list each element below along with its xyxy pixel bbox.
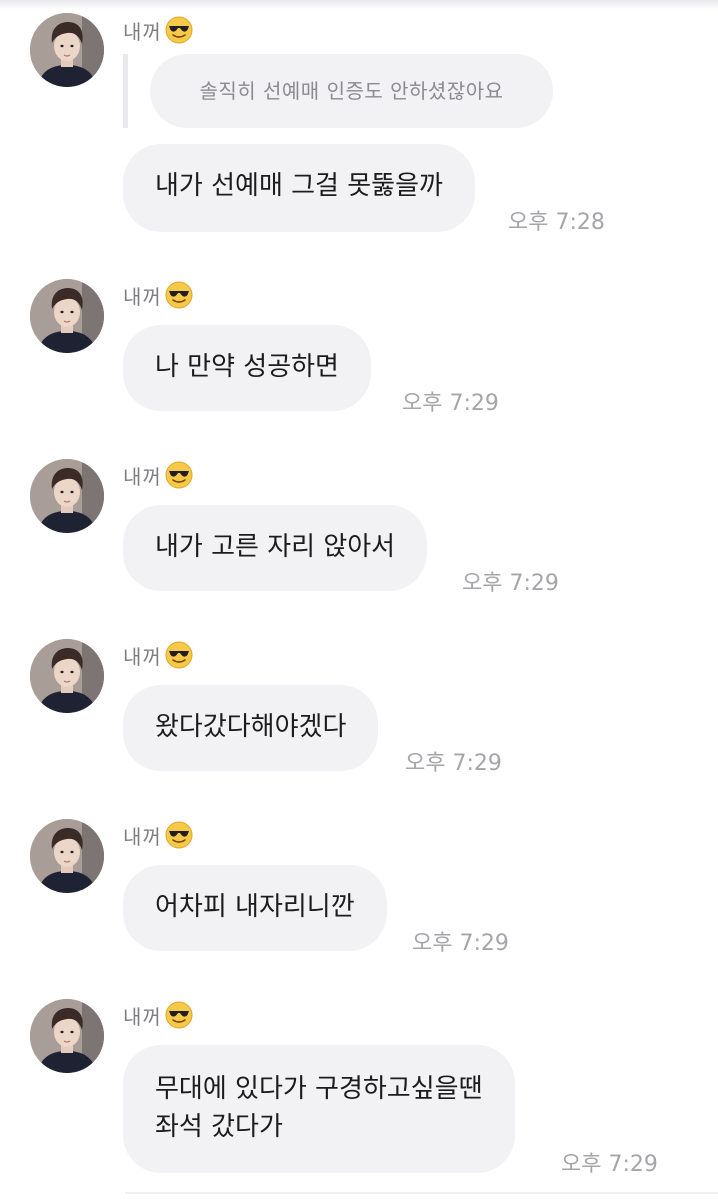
avatar[interactable]: [30, 279, 104, 353]
sender-row: 내꺼: [123, 15, 193, 45]
message-bubble[interactable]: 왔다갔다해야겠다: [123, 685, 379, 771]
message-time: 오후 7:29: [462, 571, 559, 596]
avatar[interactable]: [30, 819, 104, 893]
message-bubble[interactable]: 어차피 내자리니깐: [123, 865, 387, 951]
message-bubble[interactable]: 내가 고른 자리 앉아서: [123, 505, 428, 591]
sender-name: 내꺼: [123, 644, 162, 669]
message-time: 오후 7:29: [405, 751, 502, 776]
message-time: 오후 7:29: [412, 931, 509, 956]
avatar[interactable]: [30, 459, 104, 533]
avatar[interactable]: [30, 999, 104, 1073]
sender-row: 내꺼: [123, 1000, 193, 1030]
sunglasses-emoji-icon: [165, 281, 193, 309]
sender-row: 내꺼: [123, 460, 193, 490]
sunglasses-emoji-icon: [165, 461, 193, 489]
message-bubble[interactable]: 무대에 있다가 구경하고싶을땐 좌석 갔다가: [123, 1045, 515, 1173]
sunglasses-emoji-icon: [165, 1001, 193, 1029]
sender-name: 내꺼: [123, 19, 162, 44]
reply-indicator: [123, 54, 128, 128]
message-bubble[interactable]: 내가 선예매 그걸 못뚫을까: [123, 144, 475, 232]
sunglasses-emoji-icon: [165, 641, 193, 669]
divider: [125, 1192, 718, 1194]
message-time: 오후 7:28: [508, 210, 605, 235]
quoted-reply[interactable]: 솔직히 선예매 인증도 안하셨잖아요: [150, 54, 553, 128]
sender-name: 내꺼: [123, 824, 162, 849]
avatar[interactable]: [30, 13, 104, 87]
sender-name: 내꺼: [123, 464, 162, 489]
top-shadow: [0, 0, 718, 10]
sender-row: 내꺼: [123, 820, 193, 850]
message-time: 오후 7:29: [561, 1152, 658, 1177]
sunglasses-emoji-icon: [165, 821, 193, 849]
sender-row: 내꺼: [123, 280, 193, 310]
sunglasses-emoji-icon: [165, 16, 193, 44]
sender-row: 내꺼: [123, 640, 193, 670]
sender-name: 내꺼: [123, 1004, 162, 1029]
avatar[interactable]: [30, 639, 104, 713]
message-time: 오후 7:29: [402, 391, 499, 416]
message-bubble[interactable]: 나 만약 성공하면: [123, 325, 371, 411]
sender-name: 내꺼: [123, 284, 162, 309]
